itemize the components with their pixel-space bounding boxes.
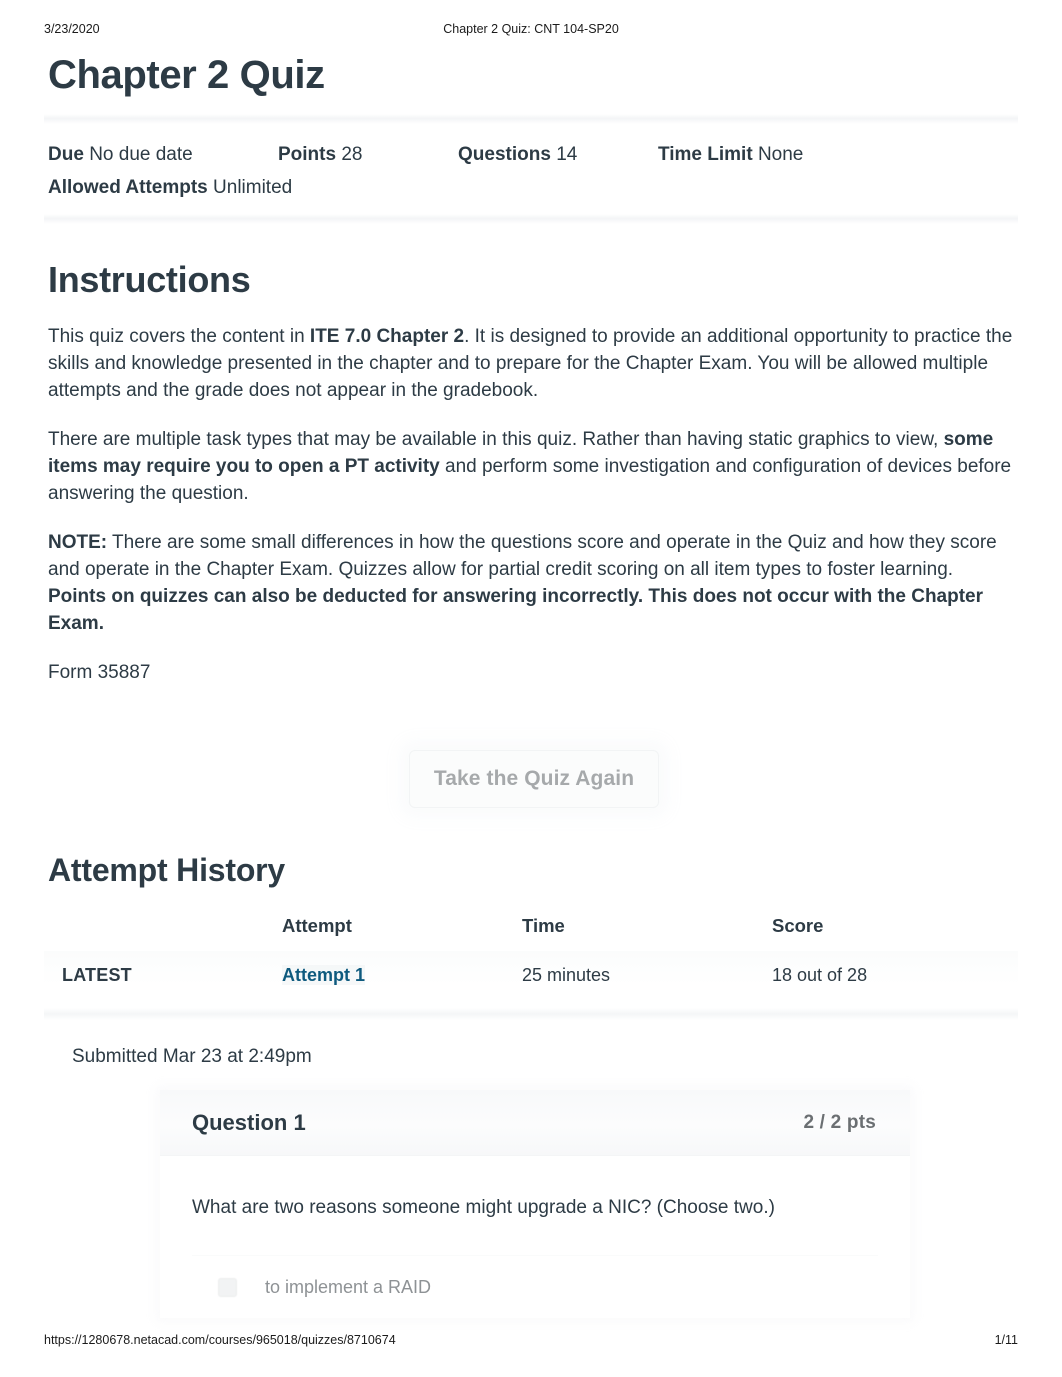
retake-button-region: Take the Quiz Again: [0, 732, 1062, 842]
row-score-cell: 18 out of 28: [772, 965, 868, 986]
question-card: Question 1 2 / 2 pts What are two reason…: [160, 1090, 910, 1319]
table-row: LATEST Attempt 1 25 minutes 18 out of 28: [44, 951, 1018, 1009]
quiz-details: Due No due date Points 28 Questions 14 T…: [0, 124, 1062, 214]
detail-due-value: No due date: [89, 144, 193, 165]
page-title: Chapter 2 Quiz: [48, 53, 325, 97]
instructions-paragraph-3: NOTE: There are some small differences i…: [48, 529, 1014, 637]
question-text: What are two reasons someone might upgra…: [192, 1197, 775, 1219]
detail-due-label: Due: [48, 144, 84, 165]
detail-allowed-attempts-label: Allowed Attempts: [48, 177, 208, 198]
attempt-history-heading: Attempt History: [48, 852, 286, 889]
table-header-row: Attempt Time Score: [44, 915, 1018, 951]
instructions-body: This quiz covers the content in ITE 7.0 …: [0, 323, 1062, 686]
detail-allowed-attempts-value: Unlimited: [213, 177, 293, 198]
detail-due: Due No due date: [48, 138, 278, 171]
print-header: 3/23/2020 Chapter 2 Quiz: CNT 104-SP20: [0, 22, 1062, 38]
detail-points: Points 28: [278, 138, 458, 171]
quiz-print-page: 3/23/2020 Chapter 2 Quiz: CNT 104-SP20 C…: [0, 0, 1062, 1377]
row-attempt-cell: Attempt 1: [282, 951, 522, 1008]
attempt-history-table: Attempt Time Score LATEST Attempt 1 25 m…: [44, 915, 1018, 1009]
instructions-note-label: NOTE:: [48, 532, 108, 554]
attempt-1-link[interactable]: Attempt 1: [282, 965, 366, 986]
detail-questions: Questions 14: [458, 138, 658, 171]
detail-time-limit-label: Time Limit: [658, 144, 753, 165]
detail-points-label: Points: [278, 144, 337, 165]
detail-time-limit: Time Limit None: [658, 138, 803, 171]
print-footer-page-number: 1/11: [994, 1333, 1018, 1347]
instructions-p3-bold: Points on quizzes can also be deducted f…: [48, 586, 984, 635]
take-quiz-again-button[interactable]: Take the Quiz Again: [409, 750, 659, 809]
instructions-p2-part1: There are multiple task types that may b…: [48, 429, 944, 451]
attempt-history-head: Attempt Time Score: [44, 915, 1018, 951]
question-title: Question 1: [192, 1109, 306, 1135]
print-footer-url: https://1280678.netacad.com/courses/9650…: [44, 1333, 396, 1347]
column-header-attempt: Attempt: [282, 915, 352, 937]
column-header-blank: [44, 915, 282, 951]
answer-list: to implement a RAID: [192, 1255, 878, 1318]
question-points: 2 / 2 pts: [803, 1111, 876, 1133]
attempt-history-divider: [44, 1008, 1018, 1021]
detail-allowed-attempts: Allowed Attempts Unlimited: [48, 171, 292, 204]
attempt-history-body: LATEST Attempt 1 25 minutes 18 out of 28: [44, 951, 1018, 1009]
question-body: What are two reasons someone might upgra…: [160, 1156, 910, 1318]
page-content: Chapter 2 Quiz Due No due date Points 28…: [0, 52, 1062, 1319]
question-header: Question 1 2 / 2 pts: [160, 1090, 910, 1157]
answer-option-label: to implement a RAID: [265, 1276, 432, 1297]
instructions-heading: Instructions: [48, 259, 251, 300]
instructions-form-number: Form 35887: [48, 662, 151, 684]
instructions-p1-part1: This quiz covers the content in: [48, 326, 310, 348]
row-latest-badge: LATEST: [62, 965, 132, 986]
submitted-timestamp: Submitted Mar 23 at 2:49pm: [72, 1046, 312, 1068]
instructions-paragraph-2: There are multiple task types that may b…: [48, 426, 1014, 507]
detail-time-limit-value: None: [757, 144, 804, 165]
details-divider-top: [44, 114, 1018, 124]
answer-option[interactable]: to implement a RAID: [192, 1256, 878, 1318]
detail-points-value: 28: [341, 144, 363, 165]
details-divider-bottom: [44, 214, 1018, 224]
row-time-cell: 25 minutes: [522, 965, 611, 986]
detail-questions-value: 14: [556, 144, 578, 165]
take-quiz-again-label: Take the Quiz Again: [433, 767, 635, 791]
instructions-p3-part1: There are some small differences in how …: [48, 532, 997, 581]
checkbox-icon: [218, 1277, 237, 1297]
column-header-score: Score: [772, 915, 824, 937]
print-document-title: Chapter 2 Quiz: CNT 104-SP20: [443, 22, 619, 36]
column-header-time: Time: [522, 915, 565, 937]
detail-questions-label: Questions: [458, 144, 551, 165]
print-footer: https://1280678.netacad.com/courses/9650…: [0, 1333, 1062, 1349]
instructions-paragraph-1: This quiz covers the content in ITE 7.0 …: [48, 323, 1014, 404]
instructions-p1-bold: ITE 7.0 Chapter 2: [309, 326, 465, 348]
